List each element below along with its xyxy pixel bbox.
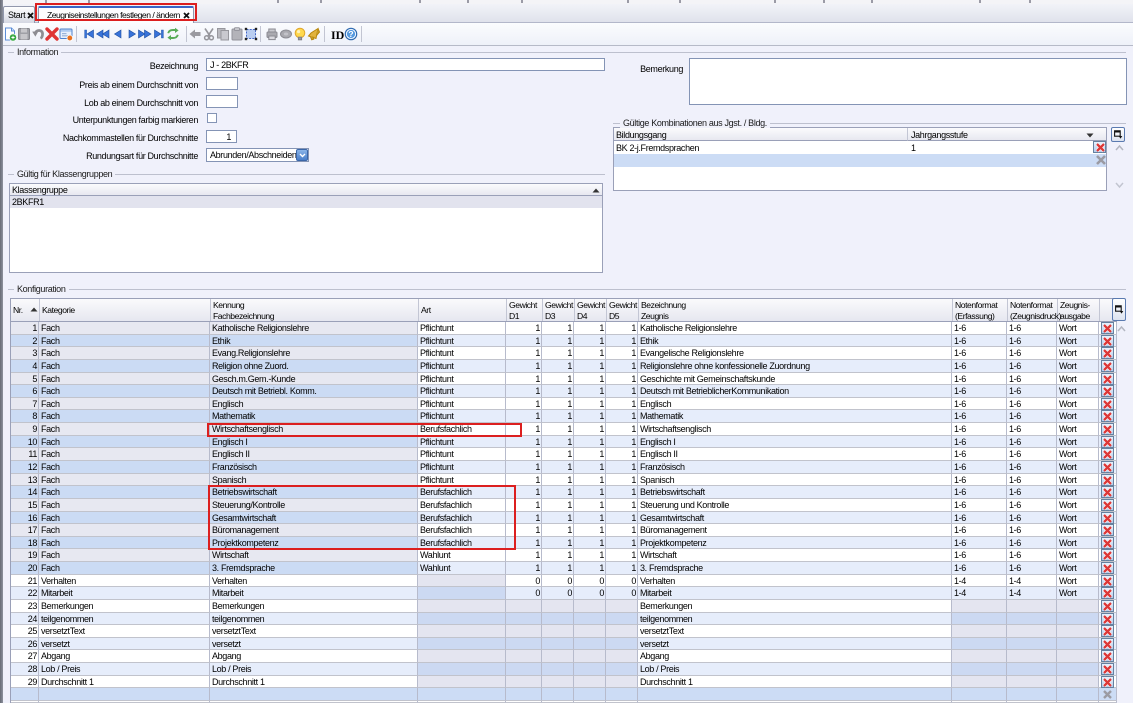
svg-text:?: ?: [348, 29, 353, 39]
